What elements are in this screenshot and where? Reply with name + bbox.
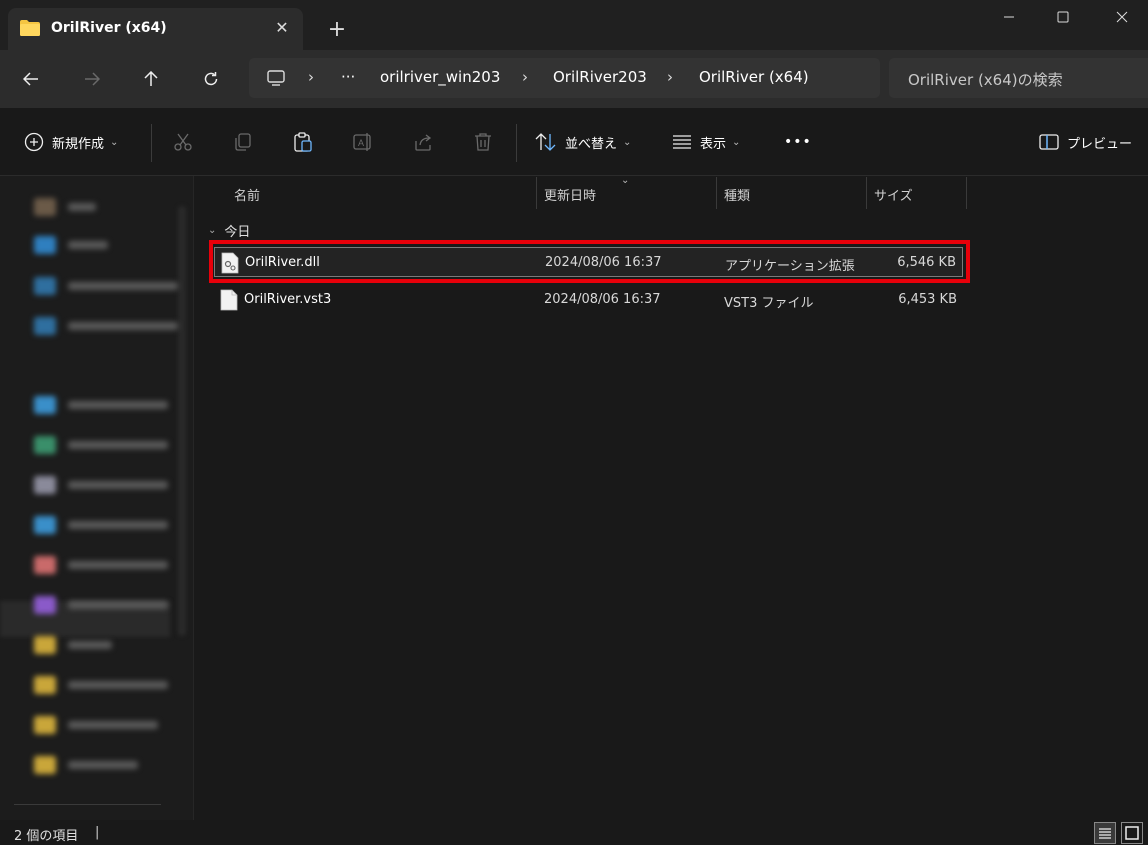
new-tab-icon[interactable]: + <box>324 18 350 44</box>
arrow-left-icon <box>23 72 38 86</box>
navigation-pane <box>0 176 193 820</box>
file-size: 6,453 KB <box>898 292 957 307</box>
back-button[interactable] <box>16 64 46 94</box>
status-separator: | <box>95 825 100 840</box>
breadcrumb-ellipsis[interactable]: ··· <box>341 68 355 86</box>
close-tab-icon[interactable]: ✕ <box>272 18 292 38</box>
details-view-button[interactable] <box>1094 822 1116 844</box>
column-header-name[interactable]: 名前 <box>234 185 260 204</box>
refresh-button[interactable] <box>196 64 226 94</box>
minimize-icon <box>1004 16 1014 18</box>
view-button-label: 表示 <box>700 136 727 152</box>
chevron-down-icon: ⌄ <box>732 136 741 148</box>
preview-pane-icon <box>1039 134 1059 150</box>
preview-button-label: プレビュー <box>1067 136 1133 152</box>
sort-icon <box>535 133 556 151</box>
column-separator[interactable] <box>536 177 537 209</box>
column-separator[interactable] <box>866 177 867 209</box>
close-icon <box>1116 11 1128 23</box>
svg-text:A: A <box>358 138 364 148</box>
cut-icon[interactable] <box>172 131 194 153</box>
view-button[interactable]: 表示 ⌄ <box>672 128 740 156</box>
navigation-bar: › ··· orilriver_win203 › OrilRiver203 › … <box>0 50 1148 108</box>
details-view-icon <box>1099 828 1111 839</box>
paste-icon[interactable] <box>292 131 314 153</box>
chevron-down-icon: ⌄ <box>110 136 119 148</box>
file-name: OrilRiver.vst3 <box>244 292 332 307</box>
column-separator[interactable] <box>716 177 717 209</box>
breadcrumb-orilriver-x64[interactable]: OrilRiver (x64) <box>699 68 809 86</box>
rename-icon[interactable]: A <box>352 131 374 153</box>
file-type: VST3 ファイル <box>724 296 814 311</box>
chevron-down-icon: ⌄ <box>623 136 632 148</box>
file-date: 2024/08/06 16:37 <box>544 292 661 307</box>
search-placeholder: OrilRiver (x64)の検索 <box>908 71 1063 89</box>
new-button-label: 新規作成 <box>52 136 105 152</box>
chevron-down-icon: ⌄ <box>208 225 217 236</box>
group-label: 今日 <box>224 225 251 240</box>
more-options-button[interactable]: ••• <box>784 128 812 156</box>
arrow-up-icon <box>144 71 158 86</box>
refresh-icon <box>204 72 218 86</box>
breadcrumb-orilriver-win203[interactable]: orilriver_win203 <box>380 68 500 86</box>
search-box[interactable]: OrilRiver (x64)の検索 <box>889 58 1148 98</box>
highlight-box <box>209 240 970 283</box>
status-bar: 2 個の項目 | <box>0 820 1148 845</box>
plus-circle-icon <box>24 132 44 152</box>
tiles-view-button[interactable] <box>1121 822 1143 844</box>
address-bar[interactable]: › ··· orilriver_win203 › OrilRiver203 › … <box>249 58 880 98</box>
close-window-button[interactable] <box>1099 0 1145 34</box>
breadcrumb-separator[interactable]: › <box>308 68 314 86</box>
forward-button[interactable] <box>77 64 107 94</box>
title-bar: OrilRiver (x64) ✕ + <box>0 0 1148 50</box>
command-bar: 新規作成 ⌄ A 並べ替え ⌄ 表示 ⌄ ••• プレビュー <box>0 108 1148 176</box>
preview-button[interactable]: プレビュー <box>1039 128 1132 156</box>
arrow-right-icon <box>85 72 100 86</box>
sort-indicator-icon: ⌄ <box>621 175 630 186</box>
nav-scrollbar[interactable] <box>178 206 186 636</box>
tiles-view-icon <box>1125 826 1139 840</box>
share-icon[interactable] <box>412 131 434 153</box>
up-button[interactable] <box>136 64 166 94</box>
new-button[interactable]: 新規作成 ⌄ <box>24 128 118 156</box>
breadcrumb-orilriver203[interactable]: OrilRiver203 <box>553 68 647 86</box>
delete-icon[interactable] <box>472 131 494 153</box>
maximize-icon <box>1057 11 1069 23</box>
tab-title: OrilRiver (x64) <box>51 20 167 36</box>
column-header-date[interactable]: 更新日時 <box>544 185 596 204</box>
file-icon <box>220 289 238 311</box>
breadcrumb-separator[interactable]: › <box>667 68 673 86</box>
tab-orilriver[interactable]: OrilRiver (x64) ✕ <box>8 8 303 50</box>
file-row-vst3[interactable]: OrilRiver.vst3 2024/08/06 16:37 VST3 ファイ… <box>214 285 963 315</box>
folder-icon <box>20 20 40 36</box>
file-list: ⌄ 名前 更新日時 種類 サイズ ⌄ 今日 OrilRiver.dll 2024… <box>194 175 1148 820</box>
nav-divider <box>14 804 161 805</box>
view-list-icon <box>673 135 691 149</box>
toolbar-divider <box>151 124 152 162</box>
item-count: 2 個の項目 <box>14 829 79 844</box>
column-separator[interactable] <box>966 177 967 209</box>
minimize-button[interactable] <box>986 0 1032 34</box>
group-header-today[interactable]: ⌄ 今日 <box>208 221 250 240</box>
monitor-icon <box>267 70 285 86</box>
sort-button-label: 並べ替え <box>565 136 618 152</box>
maximize-button[interactable] <box>1040 0 1086 34</box>
file-explorer-window: OrilRiver (x64) ✕ + › ··· orilriver_win2… <box>0 0 1148 845</box>
sort-button[interactable]: 並べ替え ⌄ <box>535 128 631 156</box>
breadcrumb-separator[interactable]: › <box>522 68 528 86</box>
copy-icon[interactable] <box>232 131 254 153</box>
column-header-size[interactable]: サイズ <box>874 185 913 204</box>
toolbar-divider <box>516 124 517 162</box>
column-header-type[interactable]: 種類 <box>724 185 750 204</box>
